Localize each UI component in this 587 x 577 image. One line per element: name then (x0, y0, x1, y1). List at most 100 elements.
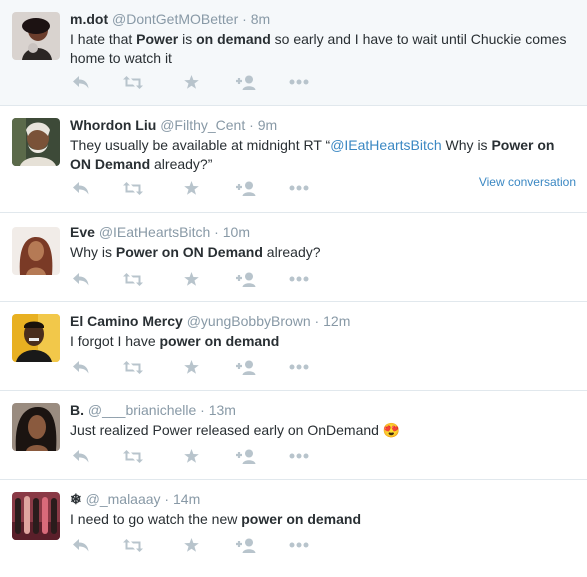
timestamp[interactable]: 10m (223, 224, 250, 240)
reply-button[interactable] (70, 270, 92, 288)
highlighted-term: on demand (196, 31, 271, 47)
favorite-button[interactable] (180, 179, 202, 197)
highlighted-term: power on demand (241, 511, 362, 527)
avatar[interactable] (12, 227, 60, 275)
tweet-header: El Camino Mercy @yungBobbyBrown · 12m (70, 312, 577, 330)
text-segment: is (178, 31, 197, 47)
fullname[interactable]: ❄ (70, 491, 82, 507)
tweet-feed: m.dot @DontGetMOBetter · 8m I hate that … (0, 0, 587, 577)
reply-button[interactable] (70, 536, 92, 554)
reply-icon (73, 75, 89, 89)
tweet-text: I forgot I have power on demand (70, 332, 577, 351)
retweet-icon (123, 360, 143, 374)
retweet-icon (123, 538, 143, 552)
timestamp[interactable]: 14m (173, 491, 200, 507)
fullname[interactable]: Eve (70, 224, 95, 240)
follow-icon (236, 360, 256, 375)
more-icon (289, 185, 309, 191)
text-segment: I hate that (70, 31, 137, 47)
retweet-button[interactable] (122, 179, 144, 197)
follow-button[interactable] (235, 447, 257, 465)
favorite-button[interactable] (180, 358, 202, 376)
timestamp[interactable]: 13m (209, 402, 236, 418)
username[interactable]: @IEatHeartsBitch (99, 224, 210, 240)
more-icon (289, 453, 309, 459)
reply-icon (73, 181, 89, 195)
time-separator: · (196, 402, 209, 418)
username[interactable]: @_malaaay (86, 491, 161, 507)
follow-button[interactable] (235, 358, 257, 376)
avatar[interactable] (12, 492, 60, 540)
fullname[interactable]: m.dot (70, 11, 108, 27)
fullname[interactable]: El Camino Mercy (70, 313, 183, 329)
text-segment: They usually be available at midnight RT… (70, 137, 331, 153)
view-conversation-link[interactable]: View conversation (479, 175, 576, 189)
username[interactable]: @___brianichelle (88, 402, 196, 418)
tweet[interactable]: Whordon Liu @Filthy_Cent · 9m They usual… (0, 106, 587, 213)
username[interactable]: @DontGetMOBetter (112, 11, 238, 27)
retweet-button[interactable] (122, 447, 144, 465)
more-button[interactable] (288, 179, 310, 197)
username[interactable]: @yungBobbyBrown (187, 313, 311, 329)
follow-icon (236, 272, 256, 287)
time-separator: · (160, 491, 173, 507)
fullname[interactable]: Whordon Liu (70, 117, 156, 133)
highlighted-term: power on demand (159, 333, 280, 349)
retweet-button[interactable] (122, 358, 144, 376)
favorite-icon (183, 359, 199, 375)
text-segment: I need to go watch the new (70, 511, 242, 527)
avatar[interactable] (12, 118, 60, 166)
reply-button[interactable] (70, 73, 92, 91)
username[interactable]: @Filthy_Cent (160, 117, 245, 133)
reply-icon (73, 538, 89, 552)
more-button[interactable] (288, 358, 310, 376)
favorite-button[interactable] (180, 447, 202, 465)
reply-button[interactable] (70, 179, 92, 197)
reply-icon (73, 360, 89, 374)
tweet-text: Just realized Power released early on On… (70, 421, 577, 440)
text-segment: Just realized Power released early on On… (70, 422, 383, 438)
tweet-text: Why is Power on ON Demand already? (70, 243, 577, 262)
follow-button[interactable] (235, 73, 257, 91)
time-separator: · (238, 11, 251, 27)
timestamp[interactable]: 8m (251, 11, 270, 27)
favorite-button[interactable] (180, 73, 202, 91)
time-separator: · (245, 117, 258, 133)
highlighted-term: Power on ON Demand (115, 244, 263, 260)
tweet-header: m.dot @DontGetMOBetter · 8m (70, 10, 577, 28)
more-icon (289, 276, 309, 282)
reply-button[interactable] (70, 447, 92, 465)
more-icon (289, 542, 309, 548)
avatar[interactable] (12, 12, 60, 60)
tweet[interactable]: Eve @IEatHeartsBitch · 10m Why is Power … (0, 213, 587, 302)
favorite-button[interactable] (180, 270, 202, 288)
tweet[interactable]: m.dot @DontGetMOBetter · 8m I hate that … (0, 0, 587, 106)
follow-button[interactable] (235, 179, 257, 197)
follow-icon (236, 538, 256, 553)
tweet-header: ❄ @_malaaay · 14m (70, 490, 577, 508)
retweet-button[interactable] (122, 270, 144, 288)
tweet-text: I need to go watch the new power on dema… (70, 510, 577, 529)
timestamp[interactable]: 9m (258, 117, 277, 133)
avatar[interactable] (12, 403, 60, 451)
retweet-button[interactable] (122, 73, 144, 91)
text-segment: I forgot I have (70, 333, 160, 349)
avatar[interactable] (12, 314, 60, 362)
follow-button[interactable] (235, 270, 257, 288)
tweet-header: Eve @IEatHeartsBitch · 10m (70, 223, 577, 241)
tweet[interactable]: B. @___brianichelle · 13m Just realized … (0, 391, 587, 480)
retweet-button[interactable] (122, 536, 144, 554)
favorite-button[interactable] (180, 536, 202, 554)
more-button[interactable] (288, 73, 310, 91)
more-button[interactable] (288, 536, 310, 554)
more-button[interactable] (288, 270, 310, 288)
reply-button[interactable] (70, 358, 92, 376)
tweet[interactable]: ❄ @_malaaay · 14m I need to go watch the… (0, 480, 587, 577)
fullname[interactable]: B. (70, 402, 84, 418)
mention-link[interactable]: @IEatHeartsBitch (330, 137, 441, 153)
more-button[interactable] (288, 447, 310, 465)
follow-button[interactable] (235, 536, 257, 554)
tweet[interactable]: El Camino Mercy @yungBobbyBrown · 12m I … (0, 302, 587, 391)
timestamp[interactable]: 12m (323, 313, 350, 329)
text-segment: Why is (441, 137, 492, 153)
